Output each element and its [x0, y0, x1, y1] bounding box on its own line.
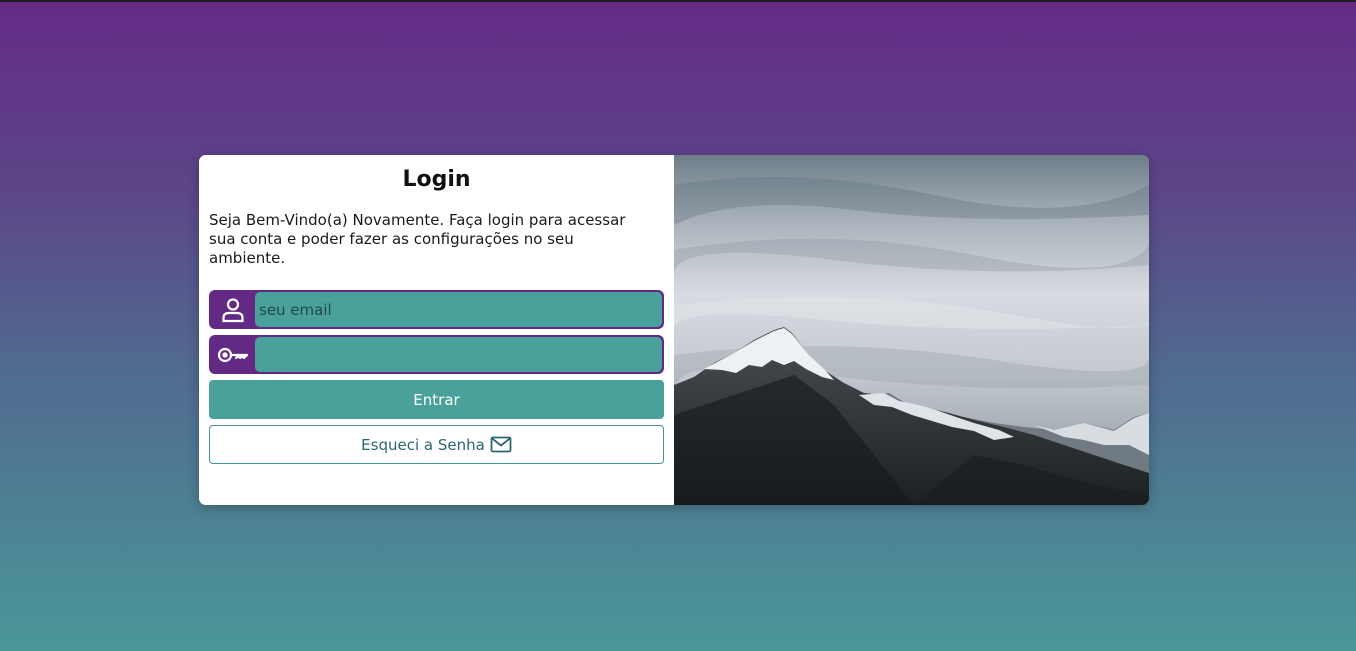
forgot-password-label: Esqueci a Senha — [361, 435, 485, 454]
user-icon — [211, 292, 255, 327]
forgot-password-button[interactable]: Esqueci a Senha — [209, 425, 664, 464]
email-field[interactable] — [255, 292, 662, 327]
password-field[interactable] — [255, 337, 662, 372]
welcome-text: Seja Bem-Vindo(a) Novamente. Faça login … — [209, 211, 626, 267]
login-button[interactable]: Entrar — [209, 380, 664, 419]
mountain-image — [674, 155, 1149, 505]
password-field-group — [209, 335, 664, 374]
key-icon — [211, 337, 255, 372]
login-form-panel: Login Seja Bem-Vindo(a) Novamente. Faça … — [199, 155, 674, 505]
login-button-label: Entrar — [413, 390, 460, 409]
window-top-border — [0, 0, 1356, 2]
email-field-group — [209, 290, 664, 329]
login-card: Login Seja Bem-Vindo(a) Novamente. Faça … — [199, 155, 1149, 505]
mail-icon — [490, 436, 512, 453]
page-title: Login — [402, 167, 471, 192]
